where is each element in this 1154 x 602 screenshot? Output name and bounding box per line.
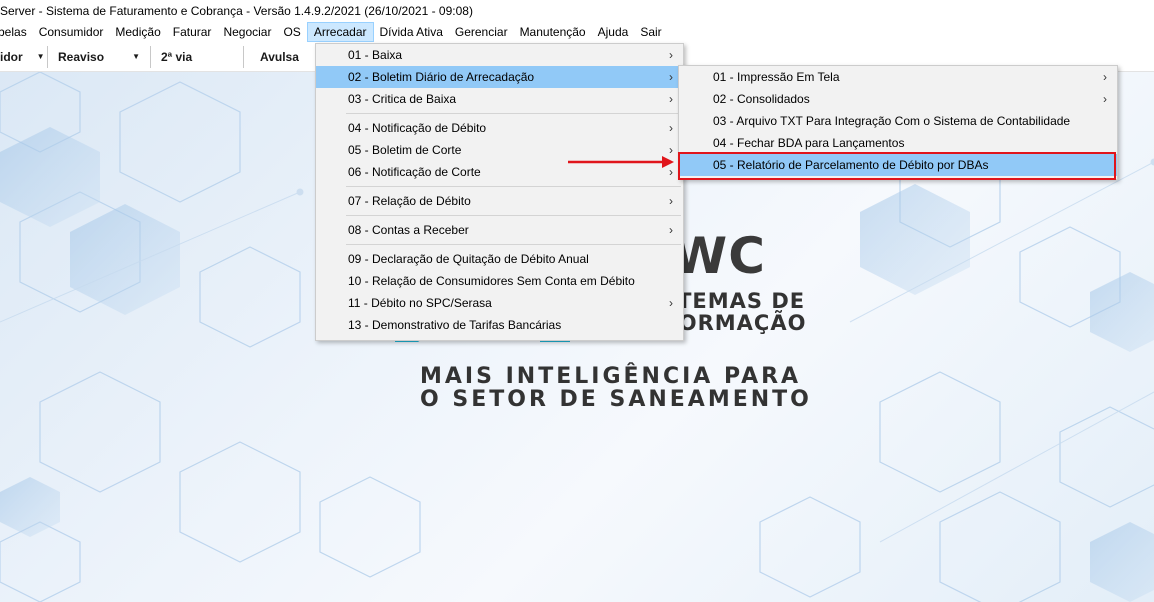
menu-item-label: 02 - Boletim Diário de Arrecadação: [348, 70, 535, 84]
menu-consumidor[interactable]: Consumidor: [33, 22, 110, 42]
menu-arrecadar[interactable]: Arrecadar: [306, 22, 374, 42]
menu-item-notificacao-debito[interactable]: 04 - Notificação de Débito ›: [316, 117, 683, 139]
menu-medicao[interactable]: Medição: [109, 22, 166, 42]
chevron-right-icon: ›: [669, 223, 673, 237]
menu-bottom-padding: [679, 176, 1117, 179]
menu-item-label: 06 - Notificação de Corte: [348, 165, 481, 179]
menu-item-label: 05 - Boletim de Corte: [348, 143, 462, 157]
menu-item-label: 01 - Impressão Em Tela: [713, 70, 840, 84]
chevron-right-icon: ›: [669, 296, 673, 310]
logo-tagline-line2: O SETOR DE SANEAMENTO: [420, 387, 812, 412]
toolbar-avulsa-label: Avulsa: [260, 49, 299, 64]
menu-negociar[interactable]: Negociar: [217, 22, 277, 42]
chevron-right-icon: ›: [669, 70, 673, 84]
menu-item-label: 04 - Fechar BDA para Lançamentos: [713, 136, 905, 150]
arrecadar-dropdown-menu: 01 - Baixa › 02 - Boletim Diário de Arrec…: [315, 43, 684, 341]
menu-gerenciar[interactable]: Gerenciar: [449, 22, 514, 42]
menu-ajuda[interactable]: Ajuda: [592, 22, 635, 42]
chevron-right-icon: ›: [669, 92, 673, 106]
submenu-item-consolidados[interactable]: 02 - Consolidados ›: [679, 88, 1117, 110]
menu-item-label: 11 - Débito no SPC/Serasa: [348, 296, 492, 310]
submenu-item-impressao-tela[interactable]: 01 - Impressão Em Tela ›: [679, 66, 1117, 88]
menu-item-label: 09 - Declaração de Quitação de Débito An…: [348, 252, 589, 266]
toolbar-consumidor-button[interactable]: idor ▼: [0, 45, 47, 69]
menu-item-declaracao-quitacao[interactable]: 09 - Declaração de Quitação de Débito An…: [316, 248, 683, 270]
toolbar-2via-label: 2ª via: [161, 49, 193, 64]
toolbar-avulsa-button[interactable]: Avulsa: [244, 45, 309, 69]
menu-item-label: 13 - Demonstrativo de Tarifas Bancárias: [348, 318, 562, 332]
menu-item-relacao-debito[interactable]: 07 - Relação de Débito ›: [316, 190, 683, 212]
submenu-item-fechar-bda[interactable]: 04 - Fechar BDA para Lançamentos: [679, 132, 1117, 154]
chevron-right-icon: ›: [669, 194, 673, 208]
menu-item-demonstrativo-tarifas[interactable]: 13 - Demonstrativo de Tarifas Bancárias: [316, 314, 683, 336]
menu-sair[interactable]: Sair: [634, 22, 667, 42]
menu-item-label: 03 - Arquivo TXT Para Integração Com o S…: [713, 114, 1071, 128]
menu-item-label: 02 - Consolidados: [713, 92, 810, 106]
menu-item-label: 03 - Critica de Baixa: [348, 92, 457, 106]
menu-manutencao[interactable]: Manutenção: [514, 22, 592, 42]
submenu-item-arquivo-txt[interactable]: 03 - Arquivo TXT Para Integração Com o S…: [679, 110, 1117, 132]
submenu-item-relatorio-parcelamento[interactable]: 05 - Relatório de Parcelamento de Débito…: [679, 154, 1117, 176]
boletim-submenu: 01 - Impressão Em Tela › 02 - Consolidado…: [678, 65, 1118, 180]
menu-item-contas-receber[interactable]: 08 - Contas a Receber ›: [316, 219, 683, 241]
dropdown-arrow-icon[interactable]: ▼: [37, 45, 45, 69]
dropdown-arrow-icon[interactable]: ▼: [132, 45, 140, 69]
menu-item-baixa[interactable]: 01 - Baixa ›: [316, 44, 683, 66]
menu-item-relacao-consumidores[interactable]: 10 - Relação de Consumidores Sem Conta e…: [316, 270, 683, 292]
menu-separator: [316, 241, 683, 248]
menu-bar: belas Consumidor Medição Faturar Negocia…: [0, 22, 1154, 42]
menu-tabelas[interactable]: belas: [0, 22, 33, 42]
menu-separator: [316, 183, 683, 190]
toolbar-reaviso-button[interactable]: Reaviso ▼: [48, 45, 150, 69]
red-arrow-icon: [568, 156, 674, 168]
menu-faturar[interactable]: Faturar: [167, 22, 218, 42]
menu-bottom-padding: [316, 336, 683, 340]
menu-separator: [316, 110, 683, 117]
menu-item-label: 01 - Baixa: [348, 48, 403, 62]
menu-item-debito-spc[interactable]: 11 - Débito no SPC/Serasa ›: [316, 292, 683, 314]
menu-item-label: 04 - Notificação de Débito: [348, 121, 487, 135]
chevron-right-icon: ›: [1103, 92, 1107, 106]
menu-separator: [316, 212, 683, 219]
toolbar-reaviso-label: Reaviso: [58, 49, 105, 64]
menu-item-label: 08 - Contas a Receber: [348, 223, 469, 237]
menu-item-boletim-diario[interactable]: 02 - Boletim Diário de Arrecadação ›: [316, 66, 683, 88]
chevron-right-icon: ›: [669, 121, 673, 135]
window-title: Server - Sistema de Faturamento e Cobran…: [0, 0, 1154, 22]
menu-item-label: 05 - Relatório de Parcelamento de Débito…: [713, 158, 989, 172]
toolbar-consumidor-label: idor: [0, 49, 23, 64]
menu-os[interactable]: OS: [277, 22, 306, 42]
logo-tagline-line1: MAIS INTELIGÊNCIA PARA: [420, 364, 802, 389]
toolbar-2via-button[interactable]: 2ª via: [151, 45, 243, 69]
menu-item-label: 10 - Relação de Consumidores Sem Conta e…: [348, 274, 635, 288]
chevron-right-icon: ›: [669, 48, 673, 62]
menu-item-critica-baixa[interactable]: 03 - Critica de Baixa ›: [316, 88, 683, 110]
menu-divida-ativa[interactable]: Dívida Ativa: [374, 22, 449, 42]
chevron-right-icon: ›: [1103, 70, 1107, 84]
menu-item-label: 07 - Relação de Débito: [348, 194, 471, 208]
